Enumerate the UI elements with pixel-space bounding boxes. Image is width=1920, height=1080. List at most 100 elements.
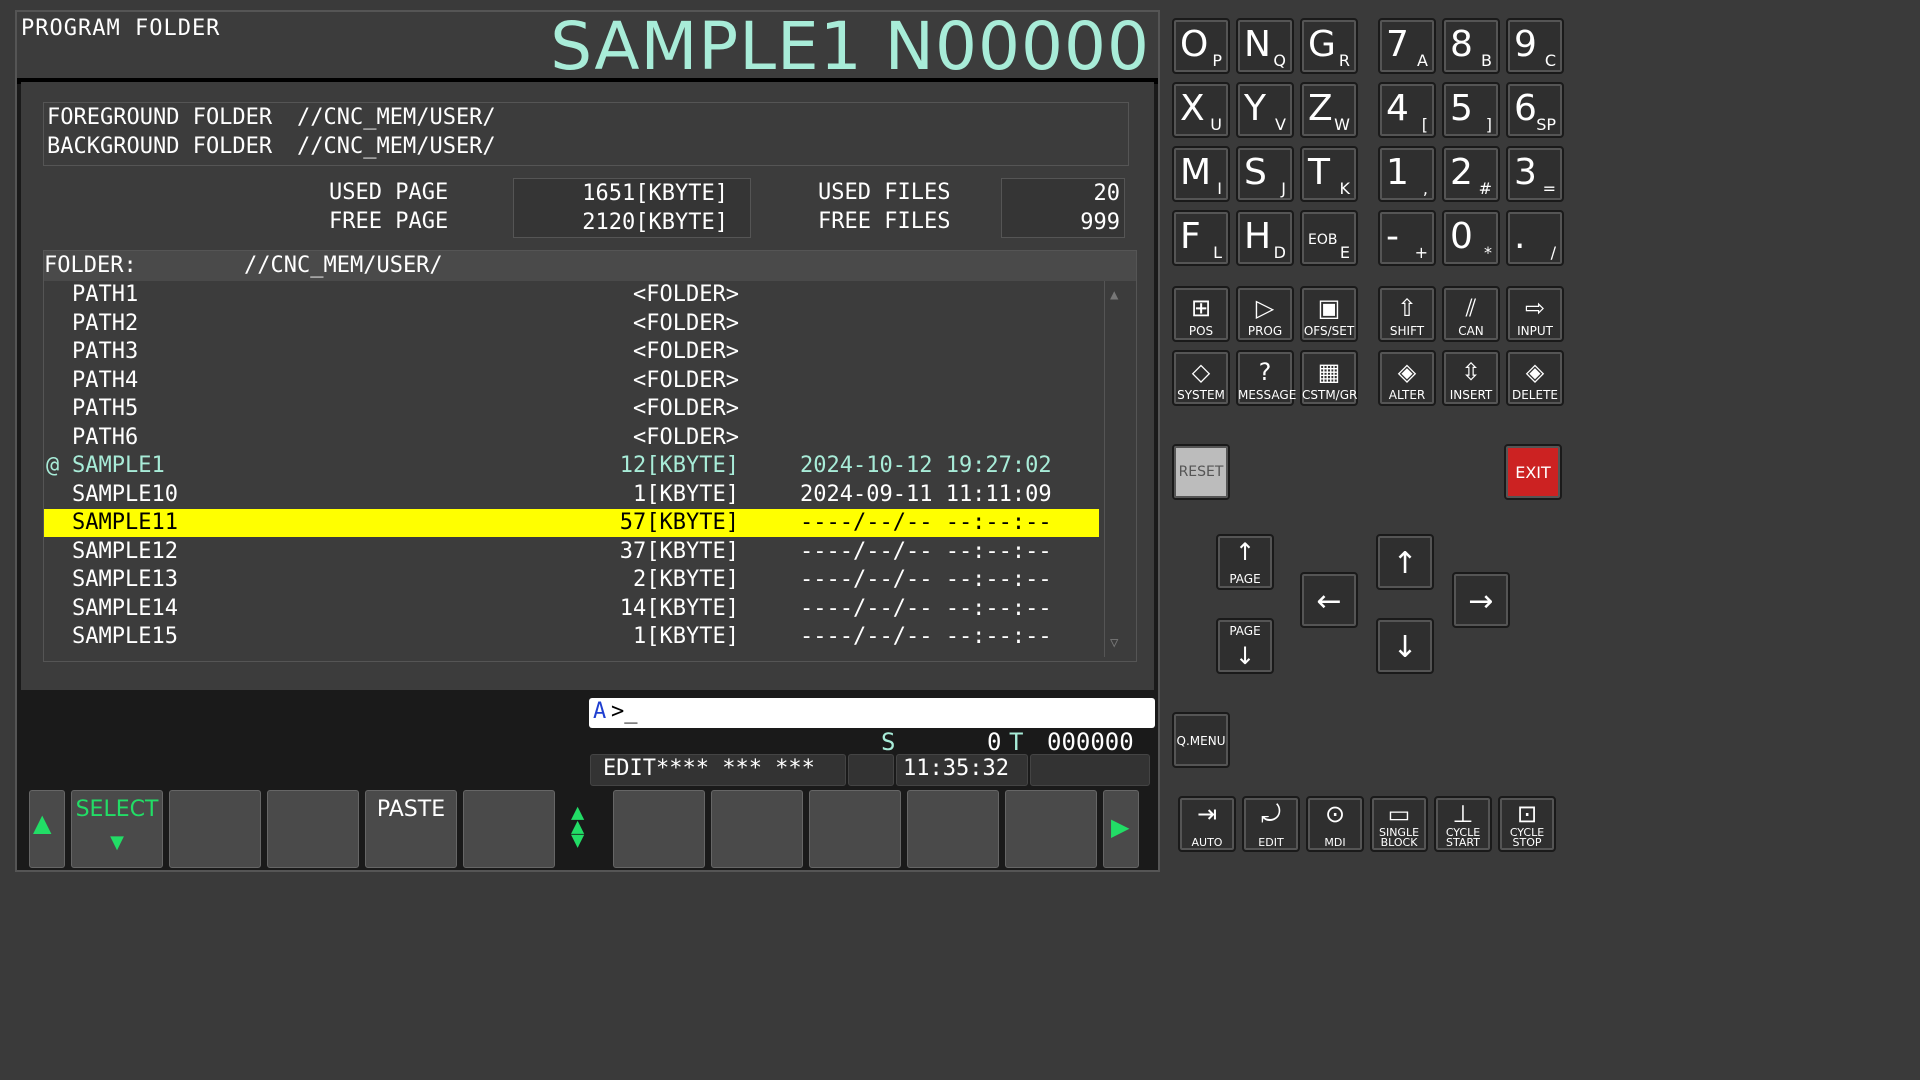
- key-eob[interactable]: EOB E: [1300, 210, 1358, 266]
- key-message[interactable]: ? MESSAGE: [1236, 350, 1296, 406]
- qmenu-button[interactable]: Q.MENU: [1172, 712, 1230, 768]
- list-item[interactable]: SAMPLE10 1[KBYTE] 2024-09-11 11:11:09: [44, 481, 1099, 509]
- key-mdi[interactable]: ⊙ MDI: [1306, 796, 1364, 852]
- list-scrollbar[interactable]: ▲ ▽: [1104, 281, 1133, 657]
- softkey-empty-button[interactable]: [169, 790, 261, 868]
- key-insert[interactable]: ⇳ INSERT: [1442, 350, 1500, 406]
- cursor-left-button[interactable]: ←: [1300, 572, 1358, 628]
- spindle-label: S: [881, 728, 896, 756]
- key-digit[interactable]: 4[: [1378, 82, 1436, 138]
- message-icon: ?: [1258, 358, 1272, 386]
- key-auto[interactable]: ⇥ AUTO: [1178, 796, 1236, 852]
- list-item[interactable]: @ SAMPLE1 12[KBYTE] 2024-10-12 19:27:02: [44, 452, 1099, 480]
- list-item[interactable]: SAMPLE15 1[KBYTE] ----/--/-- --:--:--: [44, 623, 1099, 651]
- softkey-empty-button[interactable]: [711, 790, 803, 868]
- key-main-label: -: [1386, 216, 1399, 257]
- softkey-page-switch-icon[interactable]: ▲ ▲ ▼: [571, 802, 584, 852]
- clock-segment: 11:35:32: [896, 754, 1028, 786]
- key-single-block[interactable]: ▭ SINGLE BLOCK: [1370, 796, 1428, 852]
- key-cycle-stop[interactable]: ⊡ CYCLE STOP: [1498, 796, 1556, 852]
- key-can[interactable]: ⫽ CAN: [1442, 286, 1500, 342]
- scroll-up-icon[interactable]: ▲: [1110, 287, 1118, 303]
- key-digit[interactable]: 3 =: [1506, 146, 1564, 202]
- list-item[interactable]: PATH1 <FOLDER>: [44, 281, 1099, 309]
- list-item[interactable]: PATH2 <FOLDER>: [44, 310, 1099, 338]
- list-item[interactable]: PATH3 <FOLDER>: [44, 338, 1099, 366]
- key-digit[interactable]: 6 SP: [1506, 82, 1564, 138]
- scroll-down-icon[interactable]: ▽: [1110, 635, 1118, 651]
- list-item[interactable]: SAMPLE12 37[KBYTE] ----/--/-- --:--:--: [44, 538, 1099, 566]
- key-pos[interactable]: ⊞ POS: [1172, 286, 1230, 342]
- file-size: <FOLDER>: [633, 367, 739, 393]
- page-down-button[interactable]: PAGE ↓: [1216, 618, 1274, 674]
- softkey-empty-button[interactable]: [1005, 790, 1097, 868]
- key-s[interactable]: SJ: [1236, 146, 1294, 202]
- key-h[interactable]: HD: [1236, 210, 1294, 266]
- exit-button[interactable]: EXIT: [1504, 444, 1562, 500]
- key-shift-label: V: [1275, 115, 1286, 134]
- key-ofs-set[interactable]: ▣ OFS/SET: [1300, 286, 1358, 342]
- key-function-label: INPUT: [1517, 324, 1553, 338]
- softkey-empty-button[interactable]: [907, 790, 999, 868]
- key-input-buffer[interactable]: A >_: [589, 698, 1155, 728]
- list-item[interactable]: SAMPLE14 14[KBYTE] ----/--/-- --:--:--: [44, 595, 1099, 623]
- key-edit[interactable]: ⤾ EDIT: [1242, 796, 1300, 852]
- key-cycle-start[interactable]: ⊥ CYCLE START: [1434, 796, 1492, 852]
- input-prefix: A: [593, 699, 607, 724]
- key-system[interactable]: ◇ SYSTEM: [1172, 350, 1230, 406]
- list-item[interactable]: SAMPLE13 2[KBYTE] ----/--/-- --:--:--: [44, 566, 1099, 594]
- cursor-up-button[interactable]: ↑: [1376, 534, 1434, 590]
- key-f[interactable]: FL: [1172, 210, 1230, 266]
- key-o[interactable]: OP: [1172, 18, 1230, 74]
- key-digit[interactable]: 7A: [1378, 18, 1436, 74]
- key-prog[interactable]: ▷ PROG: [1236, 286, 1294, 342]
- softkey-empty-button[interactable]: [809, 790, 901, 868]
- key-shift[interactable]: ⇧ SHIFT: [1378, 286, 1436, 342]
- list-item[interactable]: PATH5 <FOLDER>: [44, 395, 1099, 423]
- reset-button[interactable]: RESET: [1172, 444, 1230, 500]
- list-item[interactable]: SAMPLE11 57[KBYTE] ----/--/-- --:--:--: [44, 509, 1099, 537]
- file-size: <FOLDER>: [633, 339, 739, 364]
- key-digit[interactable]: 0 *: [1442, 210, 1500, 266]
- softkey-prev-button[interactable]: ▲: [29, 790, 65, 868]
- mode-text: EDIT**** *** ***: [603, 756, 815, 781]
- key-digit[interactable]: 2 #: [1442, 146, 1500, 202]
- key-digit[interactable]: 9C: [1506, 18, 1564, 74]
- key-cstm-gr[interactable]: ▦ CSTM/GR: [1300, 350, 1358, 406]
- key-mode-label: SINGLE BLOCK: [1378, 826, 1420, 849]
- key-alter[interactable]: ◈ ALTER: [1378, 350, 1436, 406]
- cursor-down-button[interactable]: ↓: [1376, 618, 1434, 674]
- softkey-next-button[interactable]: ▶: [1103, 790, 1139, 868]
- key-shift-label: E: [1339, 243, 1350, 262]
- softkey-empty-button[interactable]: [267, 790, 359, 868]
- key-z[interactable]: ZW: [1300, 82, 1358, 138]
- cursor-right-button[interactable]: →: [1452, 572, 1510, 628]
- page-up-button[interactable]: ↑ PAGE: [1216, 534, 1274, 590]
- key-mode-label: MDI: [1324, 836, 1346, 849]
- file-date: ----/--/-- --:--:--: [800, 510, 1052, 535]
- key-input[interactable]: ⇨ INPUT: [1506, 286, 1564, 342]
- list-item[interactable]: PATH4 <FOLDER>: [44, 367, 1099, 395]
- file-date: ----/--/-- --:--:--: [800, 538, 1052, 564]
- key-digit[interactable]: 5]: [1442, 82, 1500, 138]
- prog-icon: ▷: [1255, 294, 1275, 322]
- key-x[interactable]: XU: [1172, 82, 1230, 138]
- softkey-select-button[interactable]: SELECT ▼: [71, 790, 163, 868]
- key-g[interactable]: GR: [1300, 18, 1358, 74]
- key-digit[interactable]: - +: [1378, 210, 1436, 266]
- key-y[interactable]: YV: [1236, 82, 1294, 138]
- key-digit[interactable]: . /: [1506, 210, 1564, 266]
- key-m[interactable]: MI: [1172, 146, 1230, 202]
- key-main-label: G: [1308, 24, 1336, 65]
- key-digit[interactable]: 1,: [1378, 146, 1436, 202]
- softkey-paste-button[interactable]: PASTE: [365, 790, 457, 868]
- key-n[interactable]: NQ: [1236, 18, 1294, 74]
- file-name: PATH5: [72, 396, 139, 421]
- key-delete[interactable]: ◈ DELETE: [1506, 350, 1564, 406]
- key-t[interactable]: TK: [1300, 146, 1358, 202]
- key-digit[interactable]: 8B: [1442, 18, 1500, 74]
- list-item[interactable]: PATH6 <FOLDER>: [44, 424, 1099, 452]
- alter-icon: ◈: [1397, 358, 1417, 386]
- softkey-empty-button[interactable]: [613, 790, 705, 868]
- softkey-empty-button[interactable]: [463, 790, 555, 868]
